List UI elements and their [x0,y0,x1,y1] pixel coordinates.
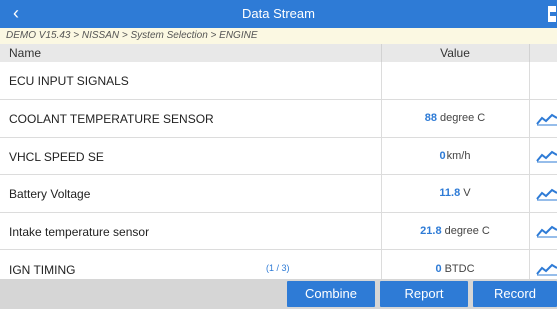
row-value: 21.8 degree C [382,225,528,237]
value-number: 0 [435,263,442,275]
row-divider [381,62,382,99]
row-name: COOLANT TEMPERATURE SENSOR [9,112,214,126]
table-row[interactable]: COOLANT TEMPERATURE SENSOR 88 degree C [0,100,557,138]
row-value: 0 BTDC [382,263,528,275]
table-row[interactable]: Intake temperature sensor 21.8 degree C [0,213,557,250]
row-name: Intake temperature sensor [9,225,150,239]
value-number: 88 [424,112,437,124]
graph-icon[interactable] [536,262,557,276]
value-number: 11.8 [439,187,461,199]
row-divider [529,138,530,174]
table-row: ECU INPUT SIGNALS [0,62,557,100]
header-divider [529,44,530,62]
row-value: 11.8 V [382,187,528,199]
graph-icon[interactable] [536,224,557,238]
value-unit: BTDC [444,263,475,275]
value-unit: degree C [439,112,486,124]
row-value: 0km/h [382,150,528,162]
header-name: Name [9,46,42,60]
value-unit: degree C [444,225,490,237]
value-unit: km/h [446,150,471,162]
table-row[interactable]: Battery Voltage 11.8 V [0,175,557,213]
page-indicator: (1 / 3) [266,263,290,273]
row-divider [529,175,530,212]
title-bar: ‹ Data Stream [0,0,557,28]
table-row[interactable]: IGN TIMING (1 / 3) 0 BTDC [0,250,557,279]
row-divider [529,213,530,249]
row-divider [529,250,530,279]
row-name: Battery Voltage [9,187,91,201]
graph-icon[interactable] [536,187,557,201]
value-number: 0 [439,150,446,162]
page-title: Data Stream [242,6,315,21]
row-value: 88 degree C [382,112,528,124]
row-name: ECU INPUT SIGNALS [9,74,129,88]
breadcrumb: DEMO V15.43 > NISSAN > System Selection … [0,28,557,44]
row-name: VHCL SPEED SE [9,150,104,164]
value-number: 21.8 [420,225,442,237]
graph-icon[interactable] [536,149,557,163]
exit-icon[interactable] [547,5,557,23]
footer-toolbar: Combine Report Record [0,279,557,309]
row-divider [529,100,530,137]
header-value: Value [440,46,470,60]
row-name: IGN TIMING [9,263,76,277]
table-header: Name Value [0,44,557,62]
row-divider [529,62,530,99]
report-button[interactable]: Report [380,281,468,307]
record-button[interactable]: Record [473,281,557,307]
combine-button[interactable]: Combine [287,281,375,307]
table-row[interactable]: VHCL SPEED SE 0km/h [0,138,557,175]
value-unit: V [463,187,471,199]
graph-icon[interactable] [536,112,557,126]
